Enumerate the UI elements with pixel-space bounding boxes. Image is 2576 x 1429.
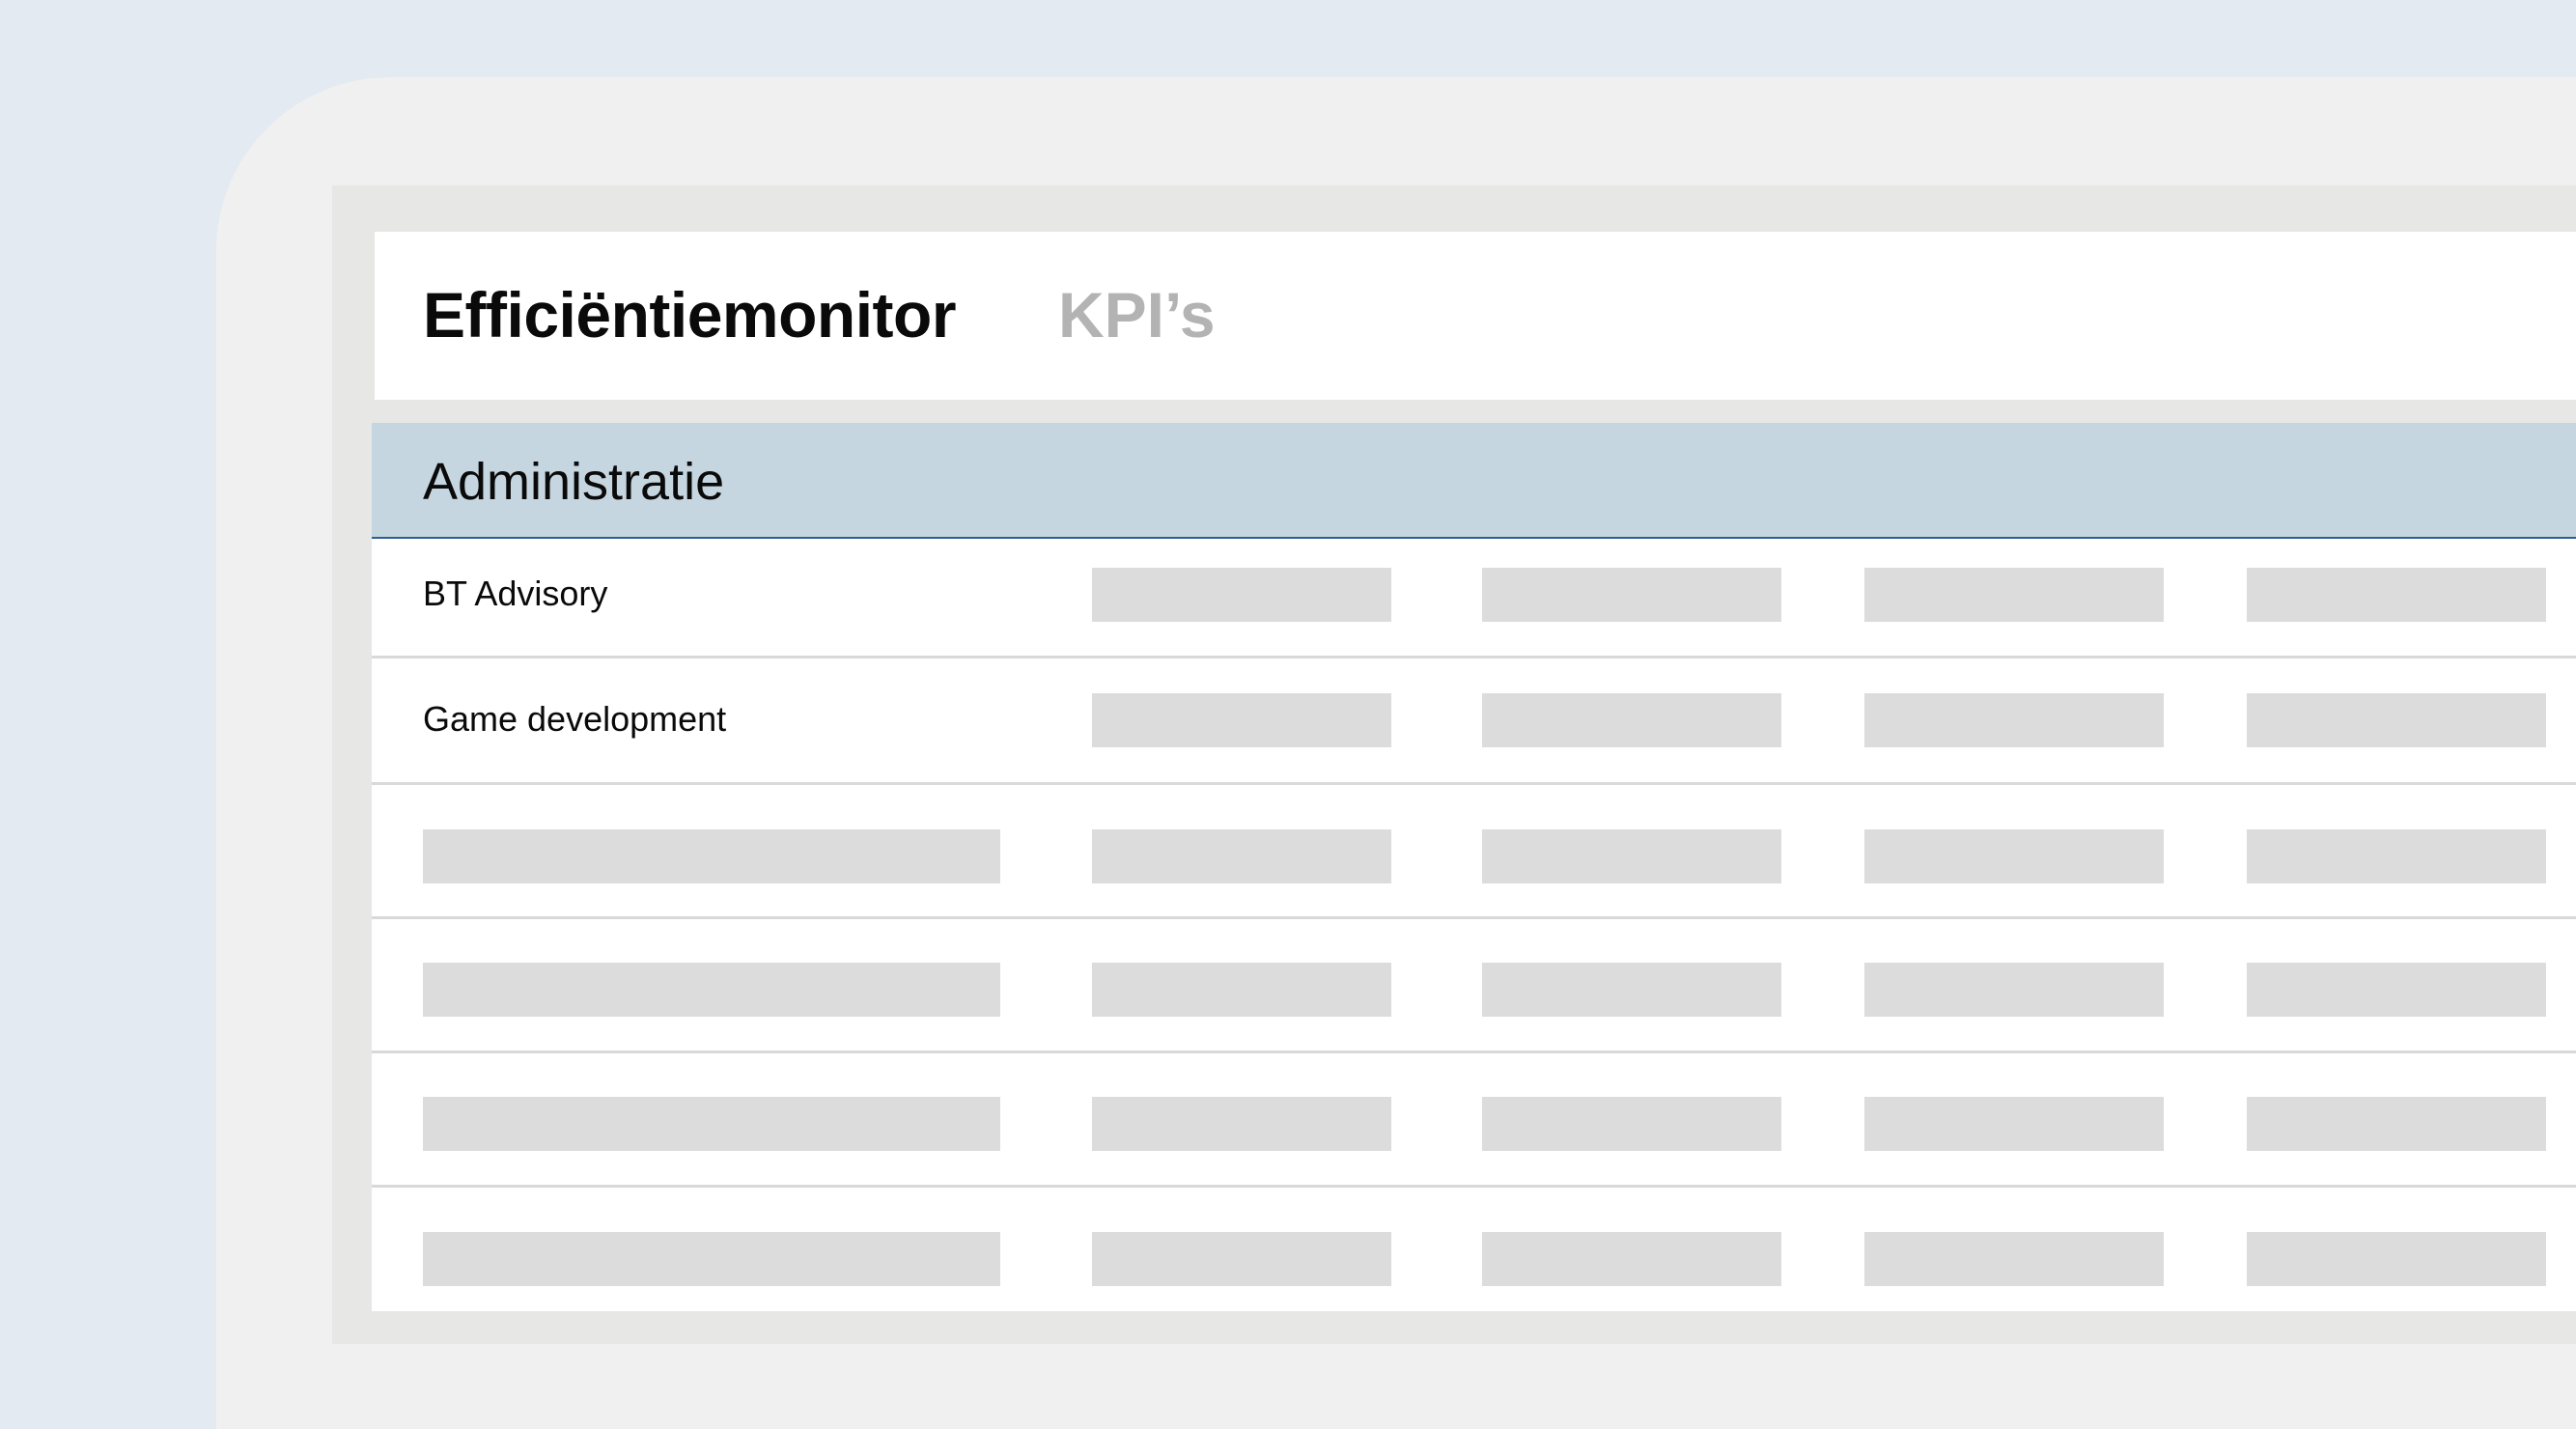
placeholder-label: [423, 963, 1000, 1017]
placeholder-cell: [2247, 963, 2546, 1017]
placeholder-cell: [1092, 693, 1391, 747]
placeholder-cell: [1864, 693, 2164, 747]
placeholder-cell: [1864, 829, 2164, 883]
table-row[interactable]: [372, 785, 2576, 919]
table-row[interactable]: Game development: [372, 658, 2576, 785]
placeholder-cell: [2247, 829, 2546, 883]
table-row[interactable]: [372, 919, 2576, 1053]
row-label: BT Advisory: [423, 574, 608, 613]
section-header-administratie: Administratie: [372, 423, 2576, 539]
kpi-table: BT Advisory Game development: [372, 539, 2576, 1311]
placeholder-label: [423, 829, 1000, 883]
placeholder-cell: [1092, 568, 1391, 622]
placeholder-cell: [1092, 829, 1391, 883]
placeholder-cell: [1092, 1097, 1391, 1151]
placeholder-cell: [1864, 568, 2164, 622]
table-row[interactable]: BT Advisory: [372, 539, 2576, 658]
placeholder-cell: [2247, 1232, 2546, 1286]
table-row[interactable]: [372, 1053, 2576, 1188]
placeholder-cell: [1482, 829, 1781, 883]
placeholder-cell: [2247, 1097, 2546, 1151]
placeholder-cell: [2247, 568, 2546, 622]
placeholder-label: [423, 1097, 1000, 1151]
app-header: Efficiëntiemonitor KPI’s: [375, 232, 2576, 400]
app-title: Efficiëntiemonitor: [423, 279, 957, 350]
placeholder-cell: [2247, 693, 2546, 747]
table-row[interactable]: [372, 1188, 2576, 1319]
placeholder-cell: [1482, 1232, 1781, 1286]
placeholder-cell: [1864, 963, 2164, 1017]
placeholder-cell: [1864, 1097, 2164, 1151]
row-label: Game development: [423, 699, 727, 739]
placeholder-cell: [1092, 1232, 1391, 1286]
placeholder-cell: [1482, 693, 1781, 747]
section-title: Administratie: [423, 453, 725, 511]
placeholder-cell: [1092, 963, 1391, 1017]
placeholder-cell: [1864, 1232, 2164, 1286]
placeholder-label: [423, 1232, 1000, 1286]
tab-kpis[interactable]: KPI’s: [1058, 278, 1216, 351]
placeholder-cell: [1482, 963, 1781, 1017]
placeholder-cell: [1482, 568, 1781, 622]
placeholder-cell: [1482, 1097, 1781, 1151]
